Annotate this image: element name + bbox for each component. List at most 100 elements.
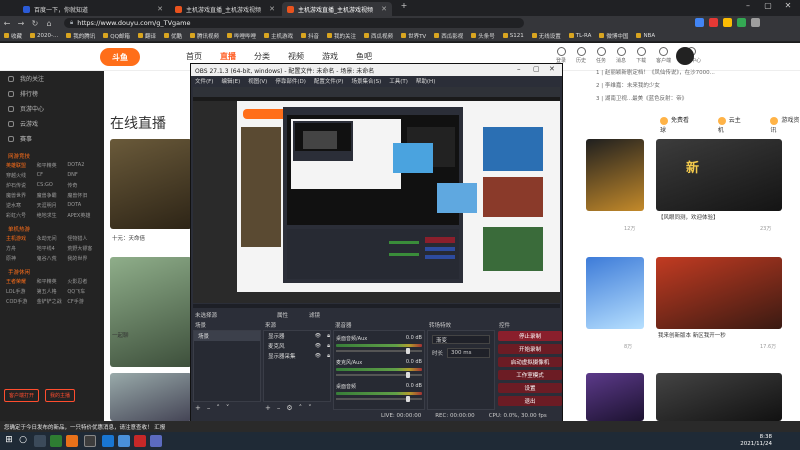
sidebar-category[interactable]: 绝地求生 bbox=[37, 212, 68, 219]
sidebar-category[interactable]: COD手游 bbox=[6, 298, 37, 305]
app-icon[interactable] bbox=[134, 435, 146, 447]
volume-slider[interactable] bbox=[336, 348, 422, 354]
minimize-icon[interactable]: – bbox=[517, 65, 521, 73]
bookmark-item[interactable]: 微博中国 bbox=[599, 32, 628, 40]
sidebar-category[interactable]: 鬼谷八荒 bbox=[37, 255, 68, 262]
back-icon[interactable]: ← bbox=[0, 19, 14, 28]
bookmark-item[interactable]: 主机游戏 bbox=[264, 32, 293, 40]
sidebar-category[interactable]: 彩虹六号 bbox=[6, 212, 37, 219]
duration-input[interactable]: 300 ms bbox=[447, 348, 490, 358]
window-close-icon[interactable]: ✕ bbox=[780, 1, 796, 10]
header-icon-item[interactable]: 客户端 bbox=[656, 47, 671, 64]
sidebar-category[interactable]: 王者荣耀 bbox=[6, 278, 37, 285]
maximize-icon[interactable]: ▢ bbox=[760, 1, 776, 10]
sidebar-category[interactable]: DNF bbox=[67, 172, 98, 179]
hot-search-item[interactable]: 2 | 李维嘉：未来我的少女 bbox=[596, 80, 776, 93]
extension-icon[interactable] bbox=[695, 18, 704, 27]
maximize-icon[interactable]: ▢ bbox=[533, 65, 540, 73]
sidebar-category[interactable]: 天涯明月 bbox=[37, 202, 68, 209]
obs-menu-item[interactable]: 文件(F) bbox=[195, 77, 213, 85]
obs-control-button[interactable]: 启动虚拟摄像机 bbox=[498, 357, 562, 367]
obs-menu-item[interactable]: 配置文件(P) bbox=[314, 77, 344, 85]
nav-home[interactable]: 首页 bbox=[186, 51, 202, 62]
bookmark-item[interactable]: 翻译 bbox=[138, 32, 156, 40]
my-streamer-button[interactable]: 我的主播 bbox=[45, 389, 76, 402]
search-icon[interactable]: ○ bbox=[16, 435, 30, 447]
sidebar-category[interactable]: 第五人格 bbox=[37, 288, 68, 295]
obs-menu-item[interactable]: 场景集合(S) bbox=[351, 77, 381, 85]
forward-icon[interactable]: → bbox=[14, 19, 28, 28]
lock-icon[interactable]: 🔒︎ bbox=[327, 333, 330, 340]
sidebar-category[interactable]: 穿越火线 bbox=[6, 172, 37, 179]
sidebar-category[interactable]: 炉石传说 bbox=[6, 182, 37, 189]
sidebar-category[interactable]: 传奇 bbox=[67, 182, 98, 189]
bookmark-item[interactable]: QQ邮箱 bbox=[103, 32, 130, 40]
extension-icon[interactable] bbox=[737, 18, 746, 27]
category-tag[interactable]: 云主机 bbox=[718, 115, 743, 134]
header-icon-item[interactable]: 任务 bbox=[596, 47, 606, 64]
source-item[interactable]: 显示器采集 👁︎ 🔒︎ bbox=[264, 351, 330, 361]
stream-card[interactable] bbox=[110, 257, 192, 367]
sidebar-category[interactable]: APEX英雄 bbox=[67, 212, 98, 219]
bookmark-item[interactable]: 我的关注 bbox=[327, 32, 356, 40]
hot-search-item[interactable]: 3 | 湖南卫视...最美《蓝色反射：帝》 bbox=[596, 93, 776, 106]
reload-icon[interactable]: ↻ bbox=[28, 19, 42, 28]
obs-menu-item[interactable]: 帮助(H) bbox=[416, 77, 435, 85]
bookmark-item[interactable]: S121 bbox=[503, 33, 524, 39]
sidebar-category[interactable]: 地平线4 bbox=[37, 245, 68, 252]
stream-card[interactable] bbox=[110, 373, 192, 421]
bookmark-item[interactable]: TL-RA bbox=[569, 33, 592, 39]
sidebar-category[interactable]: 我的世界 bbox=[67, 255, 98, 262]
header-icon-item[interactable]: 消息 bbox=[616, 47, 626, 64]
hot-search-item[interactable]: 1 | 赵丽颖新剧定档！《凤仙传说》，在沙7000... bbox=[596, 67, 776, 80]
windows-start-icon[interactable]: ⊞ bbox=[3, 435, 15, 447]
bookmark-item[interactable]: 腾讯视频 bbox=[190, 32, 219, 40]
app-icon[interactable] bbox=[150, 435, 162, 447]
category-tag[interactable]: 游戏资讯 bbox=[770, 115, 800, 134]
lock-icon[interactable]: 🔒︎ bbox=[327, 353, 330, 360]
volume-slider[interactable] bbox=[336, 396, 422, 402]
obs-control-button[interactable]: 停止录制 bbox=[498, 331, 562, 341]
url-field[interactable]: 🔒︎ https://www.douyu.com/g_TVgame bbox=[64, 18, 524, 28]
extension-icon[interactable] bbox=[751, 18, 760, 27]
sidebar-item[interactable]: 云游戏 bbox=[0, 116, 104, 131]
eye-icon[interactable]: 👁︎ bbox=[315, 343, 321, 349]
close-icon[interactable]: ✕ bbox=[381, 5, 387, 13]
bookmark-item[interactable]: 哔哩哔哩 bbox=[227, 32, 256, 40]
minimize-icon[interactable]: – bbox=[740, 1, 756, 10]
stream-card[interactable] bbox=[656, 257, 782, 329]
header-icon-item[interactable]: 历史 bbox=[576, 47, 586, 64]
bookmark-item[interactable]: 我的腾讯 bbox=[66, 32, 95, 40]
sidebar-category[interactable]: LOL手游 bbox=[6, 288, 37, 295]
eye-icon[interactable]: 👁︎ bbox=[315, 353, 321, 359]
properties-button[interactable]: 属性 bbox=[277, 310, 288, 320]
bookmark-item[interactable]: 无线设置 bbox=[532, 32, 561, 40]
obs-menu-item[interactable]: 编辑(E) bbox=[221, 77, 240, 85]
sidebar-item[interactable]: 赛事 bbox=[0, 131, 104, 146]
sidebar-item[interactable]: 排行榜 bbox=[0, 86, 104, 101]
obs-menu-item[interactable]: 工具(T) bbox=[389, 77, 408, 85]
sidebar-category[interactable]: 火影忍者 bbox=[67, 278, 98, 285]
obs-control-button[interactable]: 退出 bbox=[498, 396, 562, 406]
sidebar-category[interactable]: 魔兽争霸 bbox=[37, 192, 68, 199]
source-item[interactable]: 显示器 👁︎ 🔒︎ bbox=[264, 331, 330, 341]
close-icon[interactable]: ✕ bbox=[549, 65, 555, 73]
nav-video[interactable]: 视频 bbox=[288, 51, 304, 62]
sidebar-category[interactable]: 永劫无间 bbox=[37, 235, 68, 242]
header-icon-item[interactable]: 下载 bbox=[636, 47, 646, 64]
tab-douyu-1[interactable]: 主机游戏直播_主机游戏视频 ✕ bbox=[170, 2, 280, 16]
sidebar-category[interactable]: 荒野大镖客 bbox=[67, 245, 98, 252]
bookmark-item[interactable]: 头条号 bbox=[471, 32, 495, 40]
obs-menu-item[interactable]: 停靠部件(D) bbox=[275, 77, 306, 85]
filters-button[interactable]: 滤镜 bbox=[309, 310, 320, 320]
bookmark-item[interactable]: NBA bbox=[636, 33, 655, 39]
category-tag[interactable]: 免费看球 bbox=[660, 115, 690, 134]
scene-item[interactable]: 场景 bbox=[194, 331, 260, 341]
eye-icon[interactable]: 👁︎ bbox=[315, 333, 321, 339]
sidebar-category[interactable]: QQ飞车 bbox=[67, 288, 98, 295]
transition-select[interactable]: 渐变 bbox=[432, 335, 490, 344]
home-icon[interactable]: ⌂ bbox=[42, 19, 56, 28]
system-clock[interactable]: 8:38 2021/11/24 bbox=[740, 434, 772, 448]
stream-card[interactable] bbox=[656, 373, 782, 421]
sidebar-item[interactable]: 页游中心 bbox=[0, 101, 104, 116]
